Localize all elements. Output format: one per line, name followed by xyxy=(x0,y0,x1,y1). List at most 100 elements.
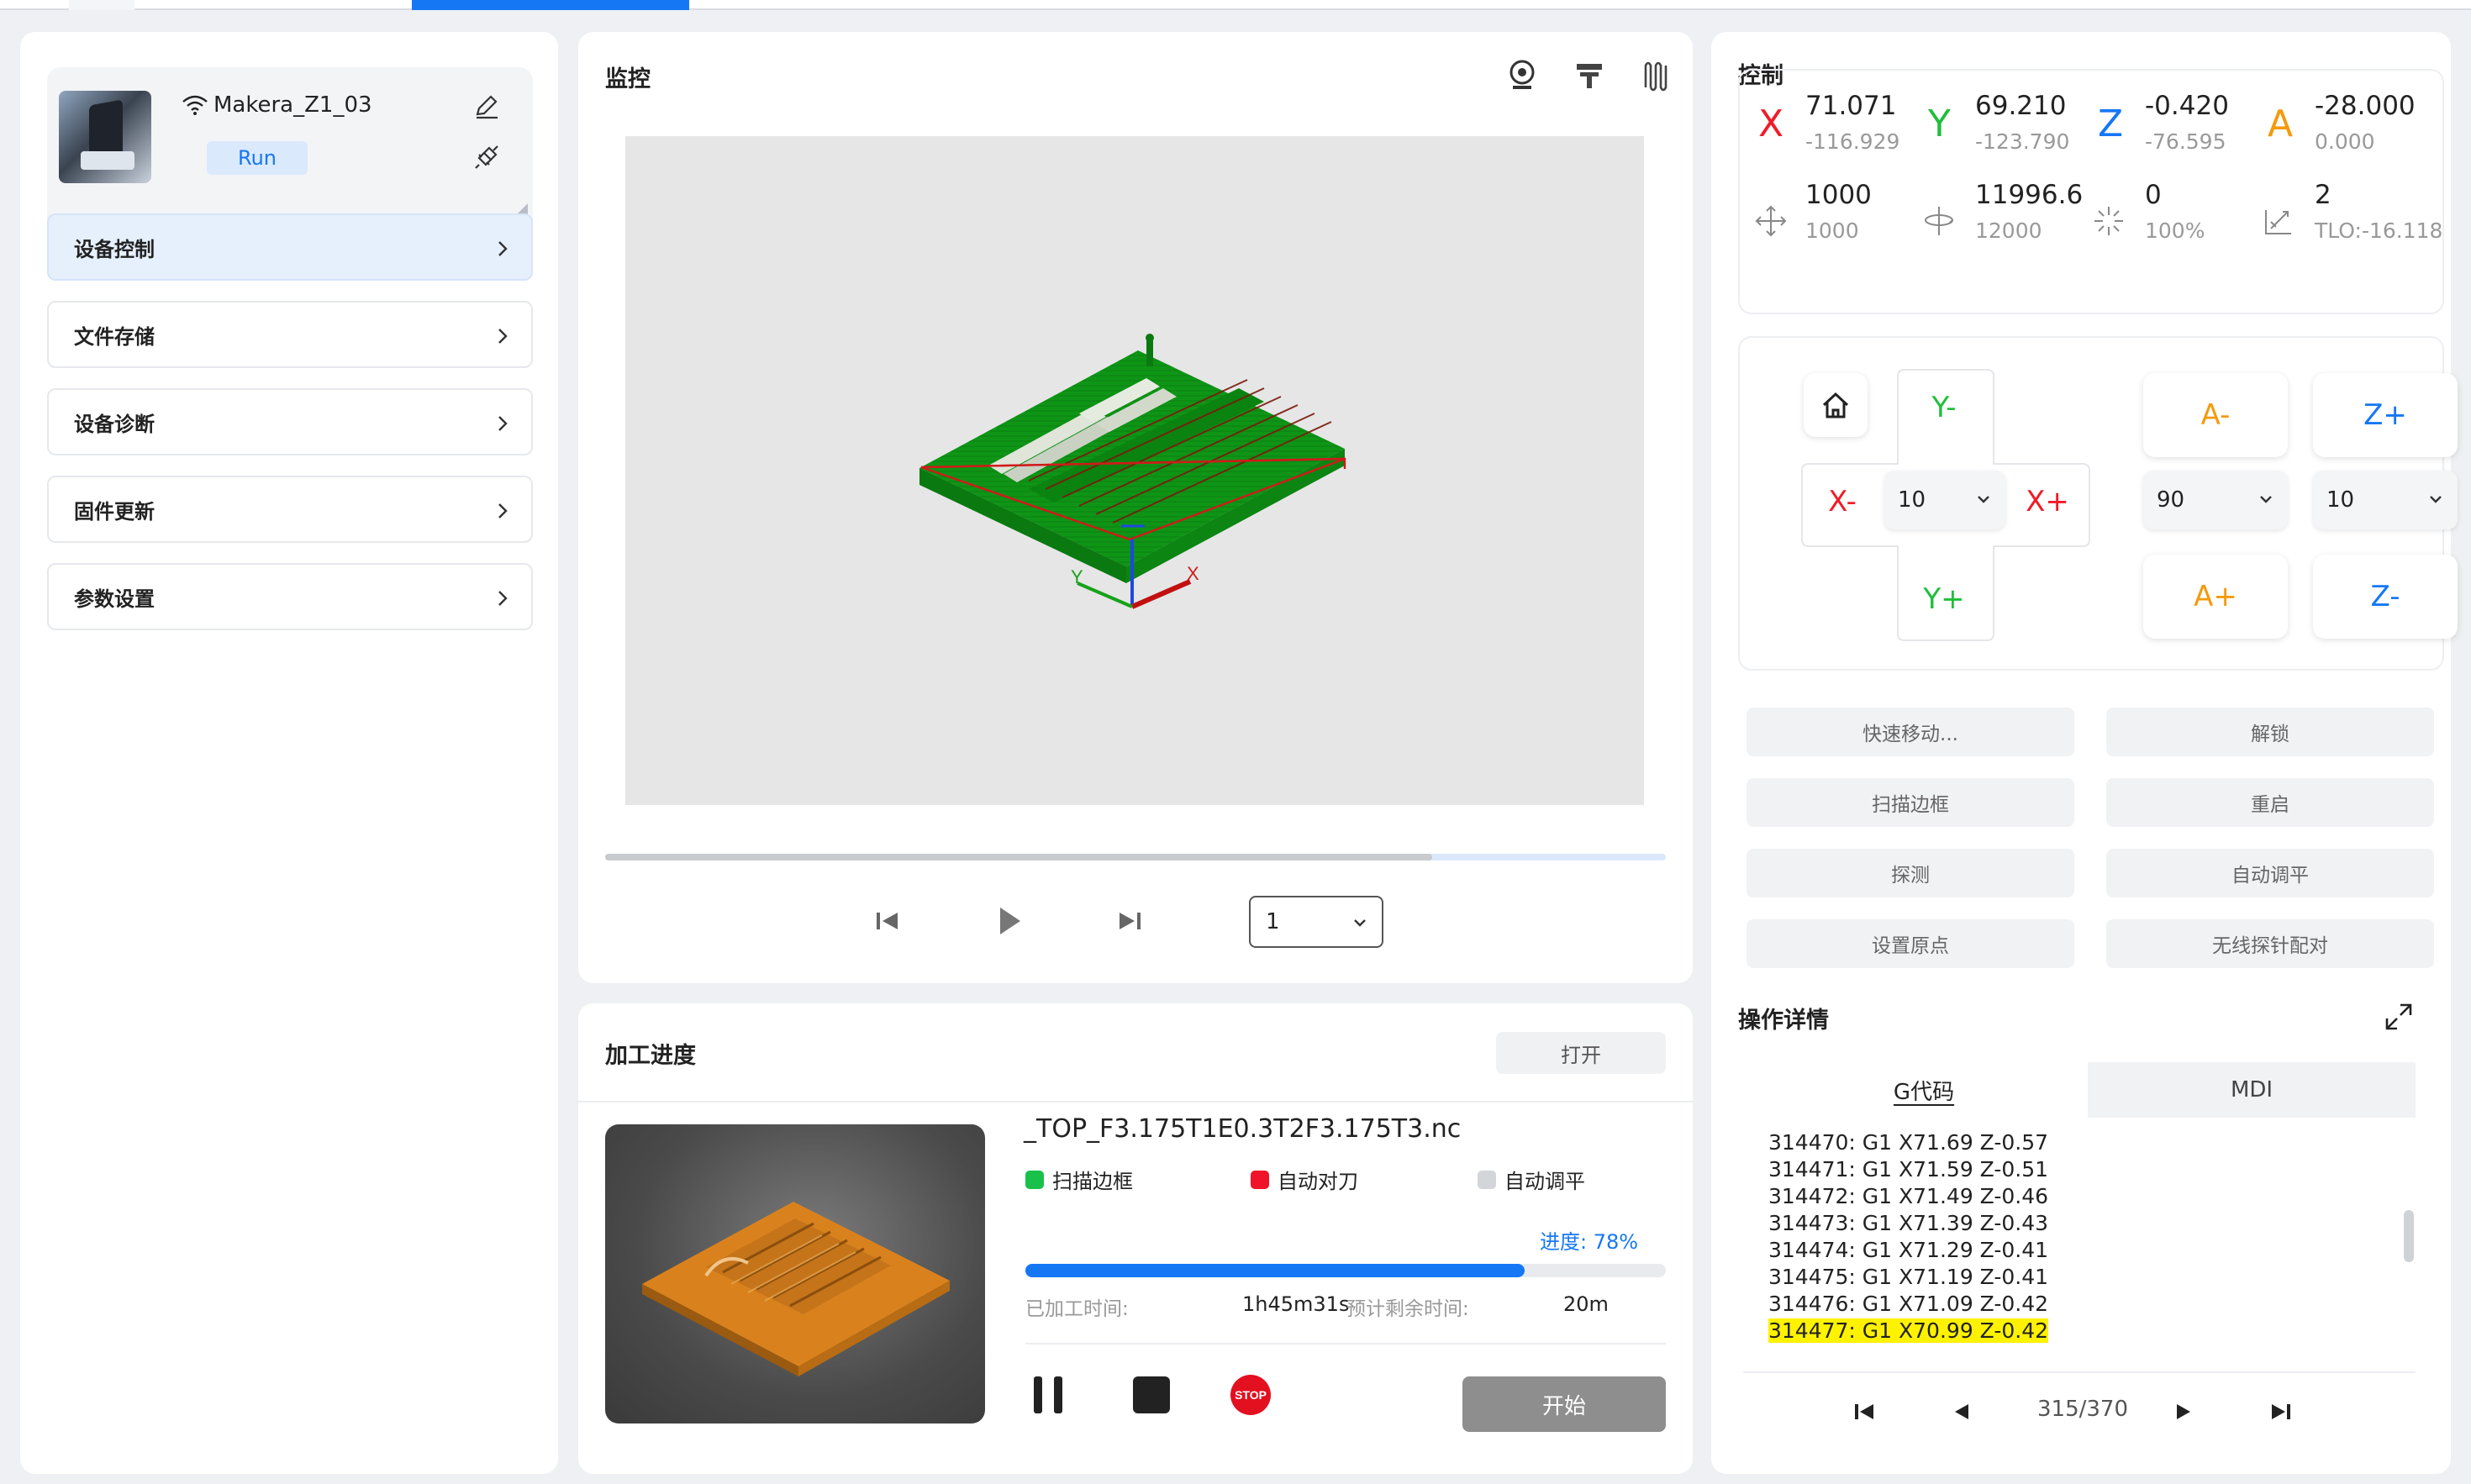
start-button[interactable]: 开始 xyxy=(1462,1376,1666,1432)
home-button[interactable] xyxy=(1804,373,1868,437)
jog-y-plus-button[interactable]: Y+ xyxy=(1898,553,1990,645)
z-step-select[interactable]: 10 xyxy=(2313,471,2458,529)
status-indicator xyxy=(1025,1170,1044,1189)
edit-icon[interactable] xyxy=(472,92,501,121)
jog-control-box: Y- Y+ X- X+ 10 A- 90 A+ Z+ 10 Z- xyxy=(1738,336,2458,671)
feed-rate-icon xyxy=(1755,205,1787,237)
top-tab-active[interactable] xyxy=(412,0,689,10)
chevron-down-icon xyxy=(2430,496,2442,503)
gcode-scrollbar[interactable] xyxy=(2404,1210,2414,1262)
prev-page-icon[interactable] xyxy=(1947,1397,1977,1427)
tool-value: 2 xyxy=(2315,180,2331,210)
divider xyxy=(1025,1343,1666,1345)
sidebar-item-label: 固件更新 xyxy=(74,499,155,524)
set-origin-button[interactable]: 设置原点 xyxy=(1747,919,2074,968)
chevron-right-icon xyxy=(498,503,508,518)
jog-x-plus-button[interactable]: X+ xyxy=(2005,464,2089,539)
jog-a-minus-button[interactable]: A- xyxy=(2143,373,2288,457)
spindle-icon xyxy=(1925,207,1953,235)
laser-sub: 100% xyxy=(2145,218,2205,243)
device-image xyxy=(59,91,151,183)
monitor-title: 监控 xyxy=(605,66,651,92)
a-step-select[interactable]: 90 xyxy=(2143,471,2288,529)
a-step-value: 90 xyxy=(2157,487,2185,513)
chevron-right-icon xyxy=(498,241,508,256)
axis-x-value: 71.071 xyxy=(1805,91,1897,121)
camera-icon[interactable] xyxy=(1504,57,1540,92)
monitor-panel: 监控 X Y 1 xyxy=(578,32,1693,983)
axis-z-sub: -76.595 xyxy=(2145,129,2226,154)
chevron-down-icon xyxy=(1354,919,1366,927)
pause-icon[interactable] xyxy=(1027,1373,1071,1417)
playback-scrubber[interactable] xyxy=(605,854,1666,860)
play-icon[interactable] xyxy=(990,903,1027,939)
emergency-stop-icon[interactable]: STOP xyxy=(1229,1373,1272,1417)
restart-button[interactable]: 重启 xyxy=(2106,778,2434,827)
last-page-icon[interactable] xyxy=(2266,1397,2296,1427)
top-tab-strip xyxy=(0,0,2471,10)
status-label: 自动对刀 xyxy=(1278,1170,1358,1193)
wireless-probe-pair-button[interactable]: 无线探针配对 xyxy=(2106,919,2434,968)
auto-level-button[interactable]: 自动调平 xyxy=(2106,849,2434,897)
xy-step-select[interactable]: 10 xyxy=(1884,471,2005,529)
status-label: 自动调平 xyxy=(1504,1170,1585,1193)
expand-icon[interactable] xyxy=(2384,1002,2414,1032)
status-indicator xyxy=(1251,1170,1269,1189)
page-indicator: 315/370 xyxy=(2037,1397,2129,1422)
status-indicator xyxy=(1478,1170,1496,1189)
toolpath-icon[interactable] xyxy=(1572,57,1607,92)
sidebar-item-device-control[interactable]: 设备控制 xyxy=(47,213,533,281)
chevron-right-icon xyxy=(498,329,508,344)
playback-speed-value: 1 xyxy=(1266,909,1280,934)
status-label: 扫描边框 xyxy=(1052,1170,1133,1193)
probe-button[interactable]: 探测 xyxy=(1747,849,2074,897)
axis-z-value: -0.420 xyxy=(2145,91,2229,121)
gcode-line: 314471: G1 X71.59 Z-0.51 xyxy=(1768,1157,2049,1181)
skip-to-end-icon[interactable] xyxy=(1111,903,1148,939)
divider xyxy=(1743,1371,2416,1373)
playback-speed-select[interactable]: 1 xyxy=(1249,896,1383,948)
gcode-line: 314470: G1 X71.69 Z-0.57 xyxy=(1768,1130,2049,1155)
heightmap-icon[interactable] xyxy=(1639,57,1674,92)
quick-move-button[interactable]: 快速移动... xyxy=(1747,708,2074,756)
status-badge: Run xyxy=(207,141,308,175)
scan-border-button[interactable]: 扫描边框 xyxy=(1747,778,2074,827)
axis-x-letter: X xyxy=(1758,103,1784,145)
sidebar-item-file-storage[interactable]: 文件存储 xyxy=(47,301,533,368)
laser-value: 0 xyxy=(2145,180,2162,210)
jog-z-minus-button[interactable]: Z- xyxy=(2313,555,2458,639)
wifi-icon xyxy=(182,95,208,115)
details-tabs: G代码 MDI xyxy=(1760,1062,2416,1118)
file-name: _TOP_F3.175T1E0.3T2F3.175T3.nc xyxy=(1024,1114,1462,1144)
first-page-icon[interactable] xyxy=(1849,1397,1879,1427)
chevron-right-icon xyxy=(498,591,508,606)
chevron-right-icon xyxy=(498,416,508,431)
sidebar-item-parameter-settings[interactable]: 参数设置 xyxy=(47,563,533,630)
sidebar-item-device-diagnostics[interactable]: 设备诊断 xyxy=(47,388,533,455)
skip-to-start-icon[interactable] xyxy=(869,903,906,939)
jog-z-plus-button[interactable]: Z+ xyxy=(2313,373,2458,457)
axis-y-sub: -123.790 xyxy=(1975,129,2070,154)
gcode-line: 314476: G1 X71.09 Z-0.42 xyxy=(1768,1292,2049,1316)
3d-viewport[interactable]: X Y xyxy=(625,136,1644,805)
sidebar-item-label: 文件存储 xyxy=(74,324,155,349)
feed-rate-sub: 1000 xyxy=(1805,218,1859,243)
remaining-label: 预计剩余时间: xyxy=(1346,1298,1469,1320)
sidebar-item-firmware-update[interactable]: 固件更新 xyxy=(47,476,533,543)
tool-icon xyxy=(2265,210,2291,234)
jog-x-minus-button[interactable]: X- xyxy=(1800,464,1884,539)
open-file-button[interactable]: 打开 xyxy=(1496,1032,1666,1074)
sidebar-item-label: 参数设置 xyxy=(74,587,155,611)
jog-a-plus-button[interactable]: A+ xyxy=(2143,555,2288,639)
next-page-icon[interactable] xyxy=(2168,1397,2199,1427)
jog-y-minus-button[interactable]: Y- xyxy=(1898,361,1990,454)
chevron-down-icon xyxy=(2260,496,2272,503)
svg-text:X: X xyxy=(1187,563,1199,584)
tab-mdi[interactable]: MDI xyxy=(2088,1062,2416,1118)
stop-square-icon[interactable] xyxy=(1130,1373,1173,1417)
divider xyxy=(578,1101,1693,1102)
disconnect-icon[interactable] xyxy=(472,143,501,171)
unlock-button[interactable]: 解锁 xyxy=(2106,708,2434,756)
top-tab[interactable] xyxy=(69,0,134,10)
tab-gcode[interactable]: G代码 xyxy=(1760,1062,2088,1118)
